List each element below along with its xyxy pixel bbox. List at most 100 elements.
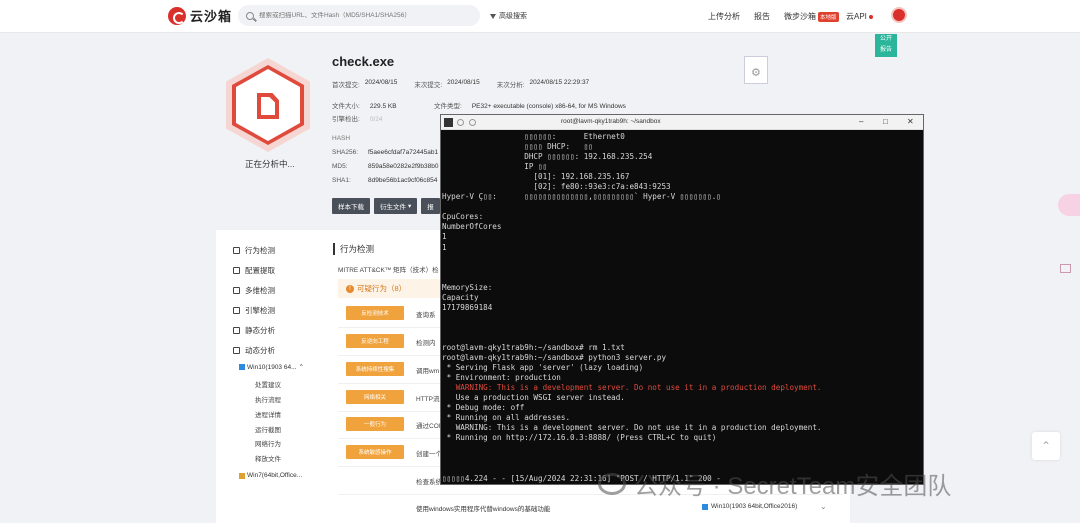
chevron-up-icon: ⌃ [298,364,304,371]
terminal-line: 17179869184 [442,302,493,312]
minimize-icon[interactable]: – [859,117,863,126]
expand-chevron-icon[interactable]: ⌄ [820,502,827,511]
close-icon[interactable]: ✕ [907,117,914,126]
sha256-value[interactable]: f5aee6cfdaf7a72445ab1 [368,149,438,156]
file-icon [257,93,279,119]
vm-win7[interactable]: Win7(64bit,Office... [239,472,302,479]
terminal-line: CpuCores: [442,212,484,222]
behavior-tag[interactable]: 系统持续性搜集 [346,362,404,376]
last-analysis-label: 末次分析: [496,82,525,89]
assistant-float-button[interactable] [1058,194,1080,216]
nav-label: 引擎检测 [245,306,275,315]
nav-api-label: 云API [846,12,867,21]
last-submit-label: 末次提交: [414,82,443,89]
behavior-tag[interactable]: 系统敏感操作 [346,445,404,459]
nav-sub-item[interactable]: 运行截图 [255,424,281,434]
logo[interactable]: 云沙箱 [168,6,232,25]
nav-static-analysis[interactable]: 静态分析 [233,325,275,336]
nav-config-extraction[interactable]: 配置提取 [233,265,275,276]
engine-detection: 引擎检出: 0/24 [332,113,382,123]
download-sample-button[interactable]: 样本下载 [332,198,370,214]
windows-icon [239,472,245,479]
advanced-search-link[interactable]: 高级搜索 [490,11,527,21]
filter-icon [490,13,496,19]
terminal-line: IP ▯▯ [442,162,548,172]
search-input[interactable] [259,12,469,19]
nav-upload-analysis[interactable]: 上传分析 [708,11,740,22]
sample-actions: 样本下载 衍生文件 ▾ 报 [332,198,440,214]
report-button[interactable]: 报 [421,198,440,214]
search-icon [246,11,254,20]
public-report-button[interactable]: 公开 报告 [875,34,897,57]
nav-sub-item[interactable]: 执行流程 [255,394,281,404]
logo-text: 云沙箱 [190,9,233,24]
nav-sub-item[interactable]: 释放文件 [255,453,281,463]
terminal-line: * Debug mode: off [442,403,525,413]
sha1-value[interactable]: 8d9be56b1ac9cf06c854 [368,177,437,184]
terminal-line: ▯▯▯▯ DHCP: ▯▯ [442,142,593,152]
windows-icon [702,503,708,510]
maximize-icon[interactable]: □ [883,117,888,126]
advanced-search-label: 高级搜索 [499,13,527,20]
behavior-text: 检测内 [416,340,436,347]
nav-behavior-detection[interactable]: 行为检测 [233,245,275,256]
suspicious-label: 可疑行为（8） [357,284,407,293]
derived-files-label: 衍生文件 [380,204,406,211]
nav-cloud-api[interactable]: 云API [846,11,873,22]
behavior-tag[interactable]: 一般行为 [346,417,404,431]
scroll-to-top-button[interactable]: ⌃ [1032,432,1060,460]
suspicious-behavior-header[interactable]: ! 可疑行为（8） [338,279,442,298]
nav-micro-label: 微步沙箱 [784,12,816,21]
vm-win10[interactable]: Win10(1903 64... ⌃ [239,363,304,371]
terminal-line: root@lavm-qky1trab9h:~/sandbox# rm 1.txt [442,342,625,352]
nav-report[interactable]: 报告 [754,11,770,22]
file-type: 文件类型: PE32+ executable (console) x86-64, … [434,100,626,110]
wechat-icon [598,472,626,495]
search-box[interactable] [238,5,480,26]
nav-sub-item[interactable]: 网络行为 [255,438,281,448]
terminal-line: Capacity [442,292,479,302]
nav-label: 静态分析 [245,326,275,335]
sha256-label: SHA256: [332,149,359,156]
behavior-text: 检查系统 [416,479,442,486]
threat-hexagon [226,58,310,152]
section-title: 行为检测 [333,243,374,255]
pin-icon[interactable] [469,119,476,126]
nav-sub-item[interactable]: 处置建议 [255,379,281,389]
md5-value[interactable]: 859a58e0282e2f9b38b0 [368,163,439,170]
engine-value: 0/24 [369,116,383,123]
nav-engine-detection[interactable]: 引擎检测 [233,305,275,316]
nav-multi-detection[interactable]: 多维检测 [233,285,275,296]
behavior-icon [233,247,240,254]
terminal-line: [02]: fe80::93e3:c7a:e843:9253 [442,182,671,192]
mail-icon[interactable] [1060,264,1071,273]
file-size-value: 229.5 KB [369,103,397,110]
top-bar: 云沙箱 高级搜索 上传分析 报告 微步沙箱 本地版 云API [0,0,1080,33]
nav-sub-item[interactable]: 进程详情 [255,409,281,419]
behavior-tag[interactable]: 网络相关 [346,390,404,404]
terminal-line: WARNING: This is a development server. D… [442,423,822,433]
tools-icon [233,267,240,274]
terminal-window[interactable]: root@lavm-qky1trab9h: ~/sandbox – □ ✕ ▯▯… [440,114,924,485]
terminal-titlebar[interactable]: root@lavm-qky1trab9h: ~/sandbox – □ ✕ [441,115,923,130]
terminal-line: 1 [442,232,447,242]
nav-micro-sandbox[interactable]: 微步沙箱 本地版 [784,11,839,22]
terminal-line: MemorySize: [442,282,493,292]
behavior-tag[interactable]: 反检测技术 [346,306,404,320]
md5-row: MD5: 859a58e0282e2f9b38b0 [332,163,439,170]
behavior-tag[interactable]: 反逆向工程 [346,334,404,348]
behavior-text: 调用wm [416,368,440,375]
file-type-value: PE32+ executable (console) x86-64, for M… [471,103,626,110]
derived-files-button[interactable]: 衍生文件 ▾ [374,198,418,214]
settings-icon[interactable] [457,119,464,126]
terminal-output[interactable]: ▯▯▯▯▯▯: Ethernet0 ▯▯▯▯ DHCP: ▯▯ DHCP ▯▯▯… [442,132,922,484]
nav-dynamic-analysis[interactable]: 动态分析 [233,345,275,356]
user-avatar[interactable] [891,7,907,23]
